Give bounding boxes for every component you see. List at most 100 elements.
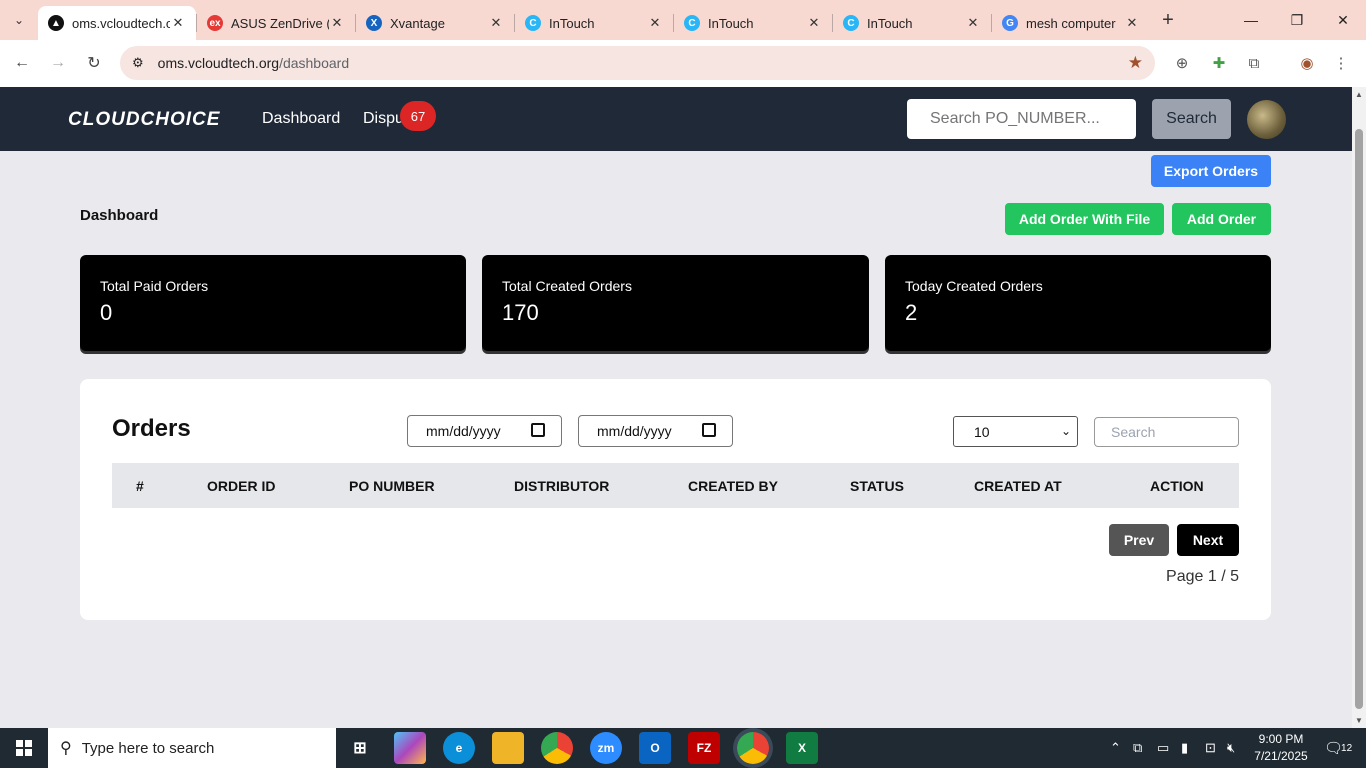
profile-icon[interactable]: ◉ bbox=[1294, 50, 1320, 76]
page-scrollbar[interactable]: ▲ ▼ bbox=[1352, 87, 1366, 728]
battery-icon[interactable]: ▮ bbox=[1181, 728, 1188, 768]
column-header: CREATED BY bbox=[688, 478, 778, 494]
tab-title: Xvantage bbox=[390, 15, 445, 31]
tab-title: ASUS ZenDrive ( bbox=[231, 15, 329, 31]
extension-puzzle-plus-icon[interactable]: ✚ bbox=[1206, 50, 1232, 76]
cloudchoice-logo[interactable]: CLOUDCHOICE bbox=[68, 109, 220, 131]
page-title: Dashboard bbox=[80, 207, 159, 224]
po-search-button[interactable]: Search bbox=[1152, 99, 1231, 139]
orders-panel: Orders mm/dd/yyyy mm/dd/yyyy 10 ⌄ Search… bbox=[80, 379, 1271, 620]
orders-heading: Orders bbox=[112, 415, 191, 442]
notification-count: 12 bbox=[1341, 742, 1353, 754]
zoom-icon[interactable]: zm bbox=[590, 732, 622, 764]
browser-tab[interactable]: Gmesh computer ✕ bbox=[992, 6, 1150, 40]
taskbar-search-box[interactable]: ⚲ Type here to search bbox=[48, 728, 336, 768]
page-indicator: Page 1 / 5 bbox=[1166, 568, 1239, 585]
file-explorer-icon[interactable] bbox=[492, 732, 524, 764]
browser-tab[interactable]: X Xvantage ✕ bbox=[356, 6, 514, 40]
edge-icon[interactable]: e bbox=[443, 732, 475, 764]
export-orders-button[interactable]: Export Orders bbox=[1151, 155, 1271, 187]
add-order-with-file-button[interactable]: Add Order With File bbox=[1005, 203, 1164, 235]
taskbar-clock[interactable]: 9:00 PM 7/21/2025 bbox=[1248, 731, 1314, 765]
chrome-active-icon[interactable] bbox=[737, 732, 769, 764]
nav-disputes[interactable]: Dispu bbox=[363, 110, 404, 128]
tab-title: oms.vcloudtech.o bbox=[72, 15, 170, 31]
tab-close-icon[interactable]: ✕ bbox=[170, 15, 186, 31]
tab-close-icon[interactable]: ✕ bbox=[965, 15, 981, 31]
address-bar[interactable]: ⚙ oms.vcloudtech.org/dashboard ★ bbox=[120, 46, 1155, 80]
tab-favicon-icon: G bbox=[1002, 15, 1018, 31]
browser-tab[interactable]: ex ASUS ZenDrive (✕ bbox=[197, 6, 355, 40]
notifications-icon[interactable]: 🗨︎ 12 bbox=[1324, 728, 1352, 768]
date-to-input[interactable]: mm/dd/yyyy bbox=[578, 415, 733, 447]
next-page-button[interactable]: Next bbox=[1177, 524, 1239, 556]
column-header: ACTION bbox=[1150, 478, 1204, 494]
restore-icon[interactable]: ❐ bbox=[1274, 0, 1320, 40]
tab-favicon-icon: ▲ bbox=[48, 15, 64, 31]
tab-close-icon[interactable]: ✕ bbox=[488, 15, 504, 31]
url-host: oms.vcloudtech.org bbox=[157, 55, 280, 71]
copilot-icon[interactable] bbox=[394, 732, 426, 764]
chrome-icon[interactable] bbox=[541, 732, 573, 764]
tab-title: InTouch bbox=[708, 15, 754, 31]
calendar-icon[interactable] bbox=[531, 423, 545, 437]
reload-icon[interactable]: ↻ bbox=[76, 45, 112, 81]
url-path: /dashboard bbox=[279, 55, 350, 71]
tab-close-icon[interactable]: ✕ bbox=[806, 15, 822, 31]
task-view-icon[interactable]: ⊞ bbox=[344, 732, 376, 764]
browser-tab[interactable]: C InTouch ✕ bbox=[674, 6, 832, 40]
outlook-icon[interactable]: O bbox=[639, 732, 671, 764]
search-icon: ⚲ bbox=[60, 740, 72, 757]
po-number-search-input[interactable] bbox=[907, 99, 1136, 139]
tab-favicon-icon: C bbox=[684, 15, 700, 31]
nav-dashboard[interactable]: Dashboard bbox=[262, 110, 340, 128]
site-info-icon[interactable]: ⚙ bbox=[132, 55, 144, 71]
taskbar-search-placeholder: Type here to search bbox=[81, 739, 215, 757]
orders-table-header: # ORDER ID PO NUMBER DISTRIBUTOR CREATED… bbox=[112, 463, 1239, 508]
tab-close-icon[interactable]: ✕ bbox=[647, 15, 663, 31]
tab-close-icon[interactable]: ✕ bbox=[1124, 15, 1140, 31]
bookmark-star-icon[interactable]: ★ bbox=[1128, 53, 1143, 73]
minimize-icon[interactable]: — bbox=[1228, 0, 1274, 40]
back-icon[interactable]: ← bbox=[4, 45, 40, 81]
display-icon[interactable]: ▭ bbox=[1157, 728, 1169, 768]
add-order-button[interactable]: Add Order bbox=[1172, 203, 1271, 235]
browser-tab[interactable]: C InTouch ✕ bbox=[515, 6, 673, 40]
calendar-icon[interactable] bbox=[702, 423, 716, 437]
tab-close-icon[interactable]: ✕ bbox=[329, 15, 345, 31]
tab-title: mesh computer bbox=[1026, 15, 1116, 31]
browser-tab[interactable]: C InTouch ✕ bbox=[833, 6, 991, 40]
tab-favicon-icon: ex bbox=[207, 15, 223, 31]
forward-icon[interactable]: → bbox=[40, 45, 76, 81]
stat-card-total-created: Total Created Orders 170 bbox=[482, 255, 869, 351]
browser-toolbar: ← → ↻ ⚙ oms.vcloudtech.org/dashboard ★ ⊕… bbox=[0, 40, 1366, 87]
tray-chevron-icon[interactable]: ⌃ bbox=[1110, 728, 1121, 768]
tab-favicon-icon: X bbox=[366, 15, 382, 31]
tab-favicon-icon: C bbox=[525, 15, 541, 31]
excel-icon[interactable]: X bbox=[786, 732, 818, 764]
user-avatar[interactable] bbox=[1247, 100, 1286, 139]
tab-search-chevron-icon[interactable]: ⌄ bbox=[0, 0, 38, 40]
filezilla-icon[interactable]: FZ bbox=[688, 732, 720, 764]
network-icon[interactable]: ⊡ bbox=[1205, 728, 1216, 768]
column-header: # bbox=[136, 478, 144, 494]
scrollbar-thumb[interactable] bbox=[1355, 129, 1363, 709]
browser-tab[interactable]: ▲ oms.vcloudtech.o ✕ bbox=[38, 6, 196, 40]
windows-start-icon[interactable] bbox=[0, 728, 48, 768]
browser-menu-icon[interactable]: ⋮ bbox=[1328, 50, 1354, 76]
new-tab-button[interactable]: + bbox=[1150, 9, 1186, 32]
date-from-text: mm/dd/yyyy bbox=[426, 423, 501, 439]
translate-icon[interactable]: ⊕ bbox=[1169, 50, 1195, 76]
close-window-icon[interactable]: ✕ bbox=[1320, 0, 1366, 40]
browser-tab-strip: ⌄ ▲ oms.vcloudtech.o ✕ ex ASUS ZenDrive (✕ X X… bbox=[0, 0, 1366, 40]
meet-icon[interactable]: ⧉ bbox=[1133, 728, 1142, 768]
stat-value: 0 bbox=[100, 300, 113, 325]
stat-card-today-created: Today Created Orders 2 bbox=[885, 255, 1271, 351]
extensions-icon[interactable]: ⧉ bbox=[1241, 50, 1267, 76]
volume-muted-icon[interactable]: 🔇︎ bbox=[1227, 728, 1235, 768]
orders-search-input[interactable]: Search bbox=[1094, 417, 1239, 447]
prev-page-button[interactable]: Prev bbox=[1109, 524, 1169, 556]
page-size-select[interactable]: 10 ⌄ bbox=[953, 416, 1078, 447]
date-from-input[interactable]: mm/dd/yyyy bbox=[407, 415, 562, 447]
clock-date: 7/21/2025 bbox=[1254, 749, 1308, 763]
